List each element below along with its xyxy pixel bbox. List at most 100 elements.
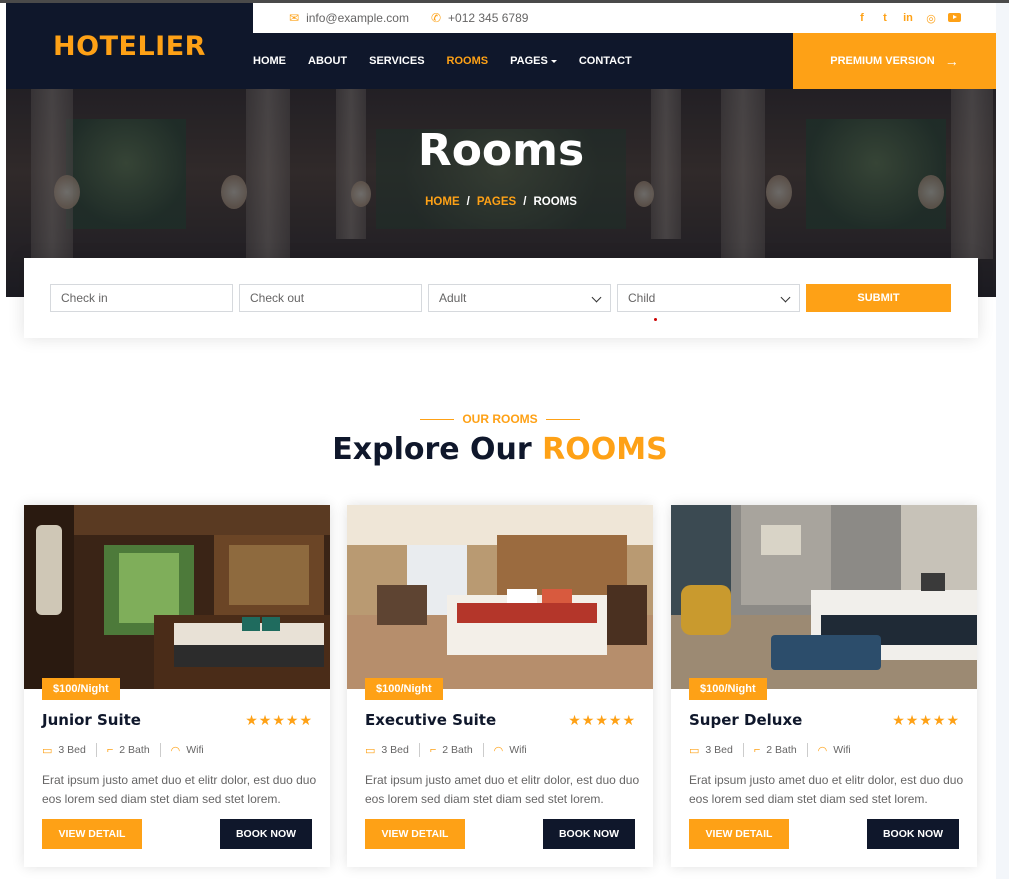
bed-count: 3 Bed xyxy=(705,744,733,756)
amenity-bath: ⌐ 2 Bath xyxy=(430,744,473,756)
email-text: info@example.com xyxy=(306,11,409,25)
star-rating: ★★★★★ xyxy=(568,712,636,728)
room-card: $100/Night Super Deluxe ★★★★★ ▭ 3 Bed ⌐ 2 … xyxy=(671,505,977,867)
bath-count: 2 Bath xyxy=(119,744,150,756)
amenity-bath: ⌐ 2 Bath xyxy=(754,744,797,756)
brand-name: HOTELIER xyxy=(53,30,206,62)
twitter-icon[interactable]: t xyxy=(879,12,891,25)
wifi-icon: ◠ xyxy=(817,744,828,757)
main-nav: HOME ABOUT SERVICES ROOMS PAGES CONTACT xyxy=(253,33,793,89)
room-image[interactable] xyxy=(671,505,977,689)
room-image[interactable] xyxy=(347,505,653,689)
checkin-placeholder: Check in xyxy=(61,291,108,305)
nav-services[interactable]: SERVICES xyxy=(358,55,435,67)
section-title-main: Explore Our xyxy=(332,432,532,467)
room-name: Junior Suite xyxy=(42,711,141,729)
section-title-highlight: ROOMS xyxy=(542,432,668,467)
price-badge: $100/Night xyxy=(42,678,120,700)
adult-select[interactable]: Adult xyxy=(428,284,611,312)
book-now-button[interactable]: BOOK NOW xyxy=(543,819,635,849)
checkin-input[interactable]: Check in xyxy=(50,284,233,312)
adult-select-value: Adult xyxy=(439,291,467,305)
divider-line xyxy=(545,419,580,421)
room-amenities: ▭ 3 Bed ⌐ 2 Bath ◠ Wifi xyxy=(365,743,527,757)
nav-contact[interactable]: CONTACT xyxy=(568,55,643,67)
top-bar: ✉ info@example.com ✆ +012 345 6789 f t i… xyxy=(253,3,996,33)
wifi-icon: ◠ xyxy=(170,744,181,757)
youtube-icon[interactable] xyxy=(948,12,961,25)
room-name: Super Deluxe xyxy=(689,711,803,729)
child-select-value: Child xyxy=(628,291,656,305)
instagram-icon[interactable]: ◎ xyxy=(925,12,937,25)
brand-logo[interactable]: HOTELIER xyxy=(6,3,253,89)
breadcrumb-current: ROOMS xyxy=(533,196,577,208)
section-subtitle-text: OUR ROOMS xyxy=(462,412,538,426)
amenity-bath: ⌐ 2 Bath xyxy=(107,744,150,756)
bath-icon: ⌐ xyxy=(753,744,761,756)
chevron-down-icon xyxy=(591,292,602,303)
child-select[interactable]: Child xyxy=(617,284,800,312)
view-detail-button[interactable]: VIEW DETAIL xyxy=(689,819,789,849)
breadcrumb-home[interactable]: HOME xyxy=(425,196,460,208)
room-image[interactable] xyxy=(24,505,330,689)
breadcrumb-separator: / xyxy=(523,196,527,208)
room-card: $100/Night Junior Suite ★★★★★ ▭ 3 Bed ⌐ 2 … xyxy=(24,505,330,867)
amenity-divider xyxy=(95,743,97,757)
premium-version-button[interactable]: PREMIUM VERSION → xyxy=(793,33,996,89)
room-photo-super-deluxe xyxy=(671,505,977,689)
breadcrumb-pages[interactable]: PAGES xyxy=(477,196,516,208)
nav-pages-label: PAGES xyxy=(510,55,548,67)
bed-count: 3 Bed xyxy=(381,744,409,756)
room-amenities: ▭ 3 Bed ⌐ 2 Bath ◠ Wifi xyxy=(42,743,204,757)
chevron-down-icon xyxy=(780,292,791,303)
amenity-divider xyxy=(159,743,161,757)
nav-about[interactable]: ABOUT xyxy=(297,55,358,67)
price-badge: $100/Night xyxy=(365,678,443,700)
nav-home[interactable]: HOME xyxy=(253,55,297,67)
nav-pages-dropdown[interactable]: PAGES xyxy=(499,55,568,67)
social-links: f t in ◎ xyxy=(856,12,961,25)
view-detail-button[interactable]: VIEW DETAIL xyxy=(42,819,142,849)
breadcrumb: HOME / PAGES / ROOMS xyxy=(6,196,996,208)
cursor-dot xyxy=(654,318,657,321)
amenity-bed: ▭ 3 Bed xyxy=(365,744,409,757)
price-badge: $100/Night xyxy=(689,678,767,700)
amenity-bed: ▭ 3 Bed xyxy=(689,744,733,757)
arrow-right-icon: → xyxy=(944,53,959,69)
amenity-wifi: ◠ Wifi xyxy=(818,744,851,757)
wifi-label: Wifi xyxy=(186,744,204,756)
submit-button[interactable]: SUBMIT xyxy=(806,284,951,312)
room-description: Erat ipsum justo amet duo et elitr dolor… xyxy=(365,773,640,806)
amenity-divider xyxy=(806,743,808,757)
nav-rooms[interactable]: ROOMS xyxy=(436,55,500,67)
section-title: Explore Our ROOMS xyxy=(0,432,1000,467)
room-amenities: ▭ 3 Bed ⌐ 2 Bath ◠ Wifi xyxy=(689,743,851,757)
bed-icon: ▭ xyxy=(365,744,376,757)
room-photo-junior-suite xyxy=(24,505,330,689)
section-subtitle: OUR ROOMS xyxy=(0,412,1000,426)
email-contact: ✉ info@example.com xyxy=(289,11,409,25)
room-name: Executive Suite xyxy=(365,711,497,729)
room-card: $100/Night Executive Suite ★★★★★ ▭ 3 Bed … xyxy=(347,505,653,867)
caret-down-icon xyxy=(550,59,557,63)
bath-count: 2 Bath xyxy=(766,744,797,756)
checkout-placeholder: Check out xyxy=(250,291,305,305)
wifi-label: Wifi xyxy=(509,744,527,756)
booking-form: Check in Check out Adult Child SUBMIT xyxy=(24,258,978,338)
amenity-divider xyxy=(418,743,420,757)
envelope-icon: ✉ xyxy=(289,11,300,25)
book-now-button[interactable]: BOOK NOW xyxy=(220,819,312,849)
linkedin-icon[interactable]: in xyxy=(902,12,914,25)
premium-label: PREMIUM VERSION xyxy=(830,55,935,67)
facebook-icon[interactable]: f xyxy=(856,12,868,25)
amenity-wifi: ◠ Wifi xyxy=(171,744,204,757)
divider-line xyxy=(420,419,455,421)
book-now-button[interactable]: BOOK NOW xyxy=(867,819,959,849)
amenity-divider xyxy=(742,743,744,757)
checkout-input[interactable]: Check out xyxy=(239,284,422,312)
view-detail-button[interactable]: VIEW DETAIL xyxy=(365,819,465,849)
phone-text: +012 345 6789 xyxy=(448,11,529,25)
wifi-label: Wifi xyxy=(833,744,851,756)
wifi-icon: ◠ xyxy=(493,744,504,757)
room-description: Erat ipsum justo amet duo et elitr dolor… xyxy=(689,773,964,806)
